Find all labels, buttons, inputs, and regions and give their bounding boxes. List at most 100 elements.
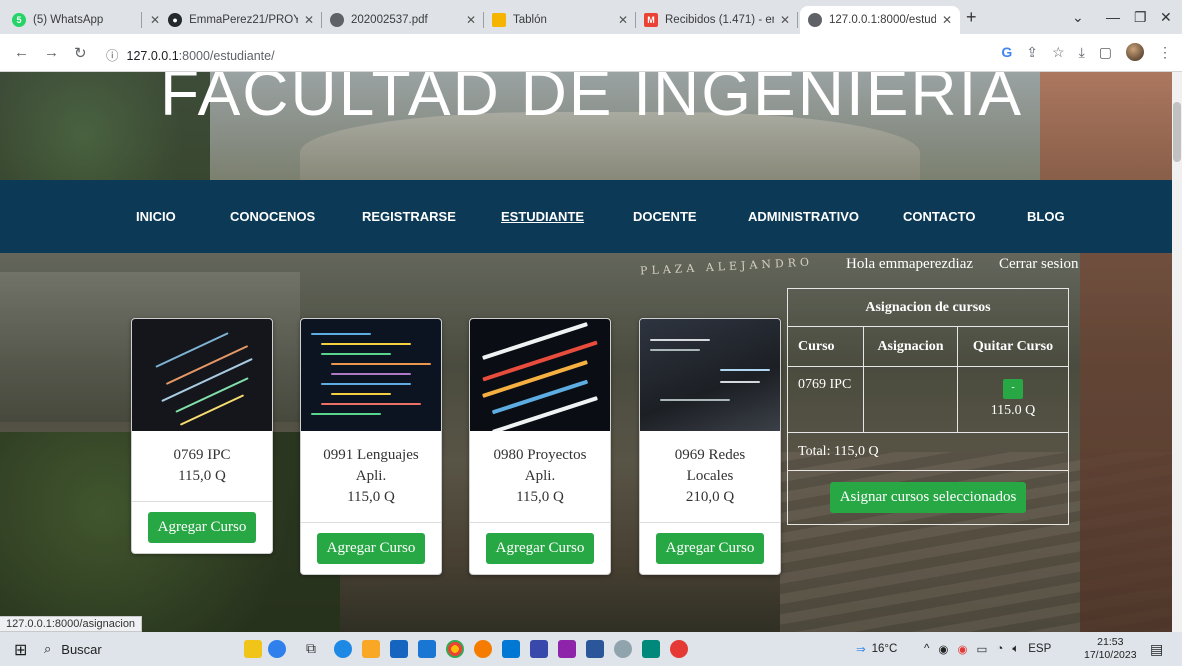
remove-course-button[interactable]: -: [1003, 379, 1023, 399]
search-icon: ⌕: [44, 641, 52, 656]
bookmark-star-icon[interactable]: ☆: [1052, 44, 1065, 61]
google-lens-icon[interactable]: G: [1001, 44, 1012, 60]
wifi-icon[interactable]: ◔: [996, 643, 1003, 655]
course-info: 0991 Lenguajes Apli. 115,0 Q: [301, 431, 441, 523]
app-icon[interactable]: [530, 640, 548, 658]
nav-administrativo[interactable]: ADMINISTRATIVO: [748, 209, 859, 224]
new-tab-button[interactable]: +: [966, 0, 977, 34]
chevron-up-icon[interactable]: ^: [924, 643, 929, 655]
close-tab-icon[interactable]: ✕: [150, 13, 160, 27]
tab-github[interactable]: ✕ ● EmmaPerez21/PROYE ✕: [142, 6, 322, 34]
reload-icon[interactable]: ↻: [74, 44, 87, 62]
brick-wall-right: [1040, 72, 1172, 180]
page-viewport: FACULTAD DE INGENIERIA INICIO CONOCENOS …: [0, 72, 1172, 632]
url-field[interactable]: ⓘ 127.0.0.1:8000/estudiante/: [106, 45, 275, 64]
whatsapp-icon: 5: [12, 13, 26, 27]
tab-active-estudiante[interactable]: 127.0.0.1:8000/estudi ✕: [800, 6, 960, 34]
store-icon[interactable]: [390, 640, 408, 658]
column-header-asignacion: Asignacion: [863, 326, 958, 367]
row-assignment: [863, 366, 958, 433]
nav-docente[interactable]: DOCENTE: [633, 209, 697, 224]
tab-pdf[interactable]: 202002537.pdf ✕: [322, 6, 484, 34]
share-icon[interactable]: ⇪: [1026, 44, 1038, 61]
file-explorer-icon[interactable]: [362, 640, 380, 658]
avatar-app-icon[interactable]: [268, 640, 286, 658]
add-course-button[interactable]: Agregar Curso: [655, 533, 765, 564]
nav-blog[interactable]: BLOG: [1027, 209, 1065, 224]
task-view-icon[interactable]: ⧉: [306, 640, 324, 658]
course-card: 0969 Redes Locales 210,0 Q Agregar Curso: [639, 318, 781, 575]
status-url-hint: 127.0.0.1:8000/asignacion: [0, 616, 143, 632]
profile-avatar[interactable]: [1126, 43, 1144, 61]
mail-icon[interactable]: [418, 640, 436, 658]
nav-contacto[interactable]: CONTACTO: [903, 209, 975, 224]
close-tab-icon[interactable]: ✕: [780, 13, 790, 27]
github-icon: ●: [168, 13, 183, 27]
add-course-button[interactable]: Agregar Curso: [485, 533, 595, 564]
assign-courses-button[interactable]: Asignar cursos seleccionados: [829, 482, 1027, 513]
minimize-button[interactable]: —: [1106, 0, 1120, 34]
browser-toolbar-icons: G ⇪ ☆ ⤓ ▢ ⋮: [1001, 43, 1172, 61]
chrome-icon[interactable]: [446, 640, 464, 658]
back-arrow-icon[interactable]: ←: [14, 44, 29, 61]
course-card: 0980 Proyectos Apli. 115,0 Q Agregar Cur…: [469, 318, 611, 575]
restore-button[interactable]: ❐: [1134, 0, 1147, 34]
scrollbar-thumb[interactable]: [1173, 102, 1181, 162]
nav-inicio[interactable]: INICIO: [136, 209, 176, 224]
tab-gmail[interactable]: M Recibidos (1.471) - en ✕: [636, 6, 798, 34]
forward-arrow-icon[interactable]: →: [44, 44, 59, 61]
close-tab-icon[interactable]: ✕: [942, 13, 952, 27]
page-title: FACULTAD DE INGENIERIA: [160, 72, 1024, 129]
app-icon[interactable]: [642, 640, 660, 658]
course-image: [301, 319, 441, 431]
total-label: Total: 115,0 Q: [787, 432, 1069, 471]
side-panel-icon[interactable]: ▢: [1099, 44, 1112, 61]
add-course-button[interactable]: Agregar Curso: [316, 533, 426, 564]
nav-registrarse[interactable]: REGISTRARSE: [362, 209, 456, 224]
taskbar-search[interactable]: ⌕ Buscar: [44, 632, 230, 666]
weather-widget[interactable]: ⇒ 16°C: [856, 632, 897, 666]
add-course-button[interactable]: Agregar Curso: [147, 512, 257, 543]
close-window-button[interactable]: ✕: [1160, 0, 1172, 34]
tab-search-chevron-icon[interactable]: ⌄: [1072, 0, 1084, 34]
logout-link[interactable]: Cerrar sesion: [999, 256, 1079, 273]
volume-icon[interactable]: 🔈︎: [1012, 643, 1019, 656]
clock[interactable]: 21:53 17/10/2023: [1084, 632, 1137, 666]
address-bar: ← → ↻ ⓘ 127.0.0.1:8000/estudiante/ G ⇪ ☆ …: [0, 34, 1182, 72]
close-tab-icon[interactable]: ✕: [466, 13, 476, 27]
column-header-curso: Curso: [787, 326, 864, 367]
close-tab-icon[interactable]: ✕: [304, 13, 314, 27]
app-icon[interactable]: [558, 640, 576, 658]
download-icon[interactable]: ⤓: [1079, 44, 1085, 61]
app-icon[interactable]: [474, 640, 492, 658]
nav-estudiante[interactable]: ESTUDIANTE: [501, 209, 584, 224]
course-info: 0769 IPC 115,0 Q: [132, 431, 272, 502]
app-tray-icon[interactable]: ◉: [938, 642, 948, 656]
tab-whatsapp[interactable]: 5 (5) WhatsApp: [4, 6, 142, 34]
menu-dots-icon[interactable]: ⋮: [1158, 44, 1172, 61]
battery-icon[interactable]: ▭: [977, 642, 988, 656]
main-navbar: INICIO CONOCENOS REGISTRARSE ESTUDIANTE …: [0, 180, 1172, 253]
word-icon[interactable]: [586, 640, 604, 658]
nav-conocenos[interactable]: CONOCENOS: [230, 209, 315, 224]
app-icon[interactable]: [670, 640, 688, 658]
vscode-icon[interactable]: [502, 640, 520, 658]
gmail-icon: M: [644, 13, 658, 27]
tab-tablon[interactable]: Tablón ✕: [484, 6, 636, 34]
system-tray: ^ ◉ ◉ ▭ ◔ 🔈︎ ESP: [924, 632, 1051, 666]
app-tray-icon[interactable]: ◉: [957, 642, 967, 656]
classroom-icon: [492, 13, 506, 27]
search-app-icon[interactable]: [614, 640, 632, 658]
windows-taskbar: ⊞ ⌕ Buscar ⧉ ⇒ 16°C ^ ◉ ◉ ▭ ◔ 🔈︎ ESP 21:…: [0, 632, 1182, 666]
language-indicator[interactable]: ESP: [1028, 643, 1051, 655]
edge-icon[interactable]: [334, 640, 352, 658]
widget-icon[interactable]: [244, 640, 262, 658]
course-image: [640, 319, 780, 431]
assignment-table: Asignacion de cursos Curso Asignacion Qu…: [787, 288, 1069, 525]
notification-icon[interactable]: ▤: [1150, 632, 1163, 666]
page-scrollbar[interactable]: [1172, 72, 1182, 632]
site-info-icon[interactable]: ⓘ: [106, 49, 119, 63]
windows-start-icon[interactable]: ⊞: [14, 640, 27, 660]
browser-tab-bar: 5 (5) WhatsApp ✕ ● EmmaPerez21/PROYE ✕ 2…: [0, 0, 1182, 34]
close-tab-icon[interactable]: ✕: [618, 13, 628, 27]
